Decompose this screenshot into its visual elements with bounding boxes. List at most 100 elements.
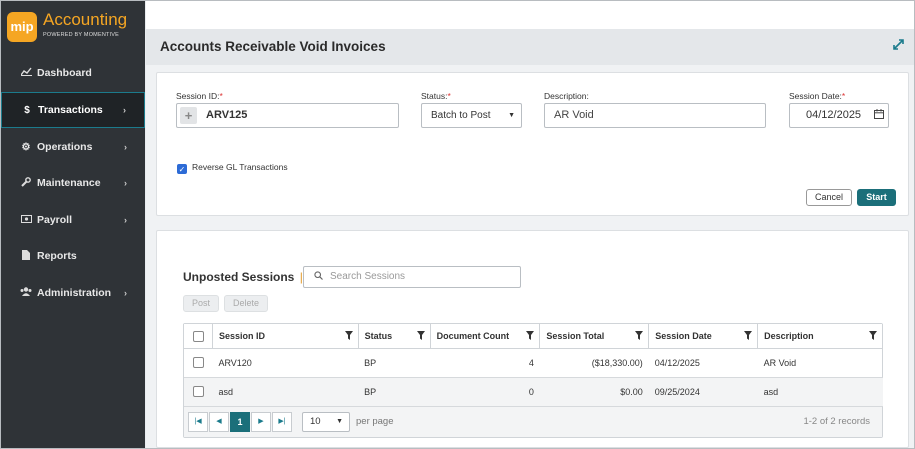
caret-down-icon: ▼: [336, 418, 343, 425]
expand-icon[interactable]: [893, 39, 904, 53]
status-label: Status:*: [421, 91, 451, 101]
sidebar-item-label: Transactions: [38, 104, 103, 116]
filter-icon[interactable]: [635, 331, 644, 342]
sessions-table: Session ID Status Document Count Session…: [183, 324, 883, 407]
cell-description: asd: [757, 377, 883, 407]
dollar-icon: $: [24, 104, 30, 116]
column-header-session-id[interactable]: Session ID: [211, 324, 359, 349]
row-checkbox[interactable]: [192, 385, 204, 397]
filter-icon[interactable]: [869, 331, 877, 342]
prev-page-button[interactable]: ◀: [209, 412, 229, 432]
reverse-gl-checkbox[interactable]: ✓: [177, 164, 187, 174]
cell-status: BP: [358, 348, 431, 378]
cell-session-date: 04/12/2025: [648, 348, 758, 378]
sidebar: mip Accounting POWERED BY MOMENTIVE Dash…: [1, 1, 145, 448]
sidebar-item-dashboard[interactable]: Dashboard: [1, 55, 145, 91]
delete-button[interactable]: Delete: [224, 295, 268, 312]
current-page-button[interactable]: 1: [230, 412, 250, 432]
cell-session-id: asd: [212, 377, 359, 407]
description-label: Description:: [544, 91, 589, 101]
app-logo[interactable]: mip Accounting POWERED BY MOMENTIVE: [7, 10, 141, 46]
table-row[interactable]: ARV120 BP 4 ($18,330.00) 04/12/2025 AR V…: [183, 348, 883, 378]
sidebar-item-label: Administration: [37, 287, 112, 299]
column-header-description[interactable]: Description: [757, 324, 883, 349]
sidebar-item-label: Reports: [37, 250, 77, 262]
page-title: Accounts Receivable Void Invoices: [160, 39, 386, 54]
cell-session-id: ARV120: [212, 348, 359, 378]
cell-document-count: 4: [430, 348, 540, 378]
first-page-button[interactable]: |◀: [188, 412, 208, 432]
filter-icon[interactable]: [344, 331, 353, 342]
sidebar-item-label: Maintenance: [37, 177, 101, 189]
main-content: Accounts Receivable Void Invoices Sessio…: [146, 1, 914, 448]
session-form-card: Session ID:* + ARV125 Status:* Batch to …: [156, 72, 909, 216]
next-page-button[interactable]: ▶: [251, 412, 271, 432]
cancel-button[interactable]: Cancel: [806, 189, 852, 206]
pager-bar: |◀ ◀ 1 ▶ ▶| 10 ▼ per page 1-2 of 2 recor…: [184, 406, 882, 437]
sidebar-item-transactions[interactable]: $ Transactions ›: [1, 92, 145, 128]
session-date-label: Session Date:*: [789, 91, 846, 101]
column-header-session-date[interactable]: Session Date: [648, 324, 759, 349]
description-field[interactable]: AR Void: [544, 103, 766, 128]
sessions-grid: Session ID Status Document Count Session…: [183, 323, 883, 438]
filter-icon[interactable]: [416, 331, 425, 342]
chart-line-icon: [19, 67, 33, 79]
reverse-gl-label: Reverse GL Transactions: [192, 162, 288, 172]
chevron-right-icon: ›: [124, 288, 127, 298]
table-header-row: Session ID Status Document Count Session…: [183, 324, 883, 349]
title-bar: Accounts Receivable Void Invoices: [146, 29, 914, 65]
column-header-document-count[interactable]: Document Count: [429, 324, 541, 349]
tagline: POWERED BY MOMENTIVE: [43, 32, 120, 38]
sessions-title: Unposted Sessions |: [183, 270, 303, 284]
gears-icon: ⚙: [21, 141, 31, 153]
per-page-label: per page: [356, 416, 394, 427]
status-select[interactable]: Batch to Post ▼: [421, 103, 522, 128]
start-button[interactable]: Start: [857, 189, 896, 206]
row-checkbox[interactable]: [192, 356, 204, 368]
select-all-checkbox[interactable]: [193, 331, 204, 342]
cell-document-count: 0: [430, 377, 540, 407]
session-date-field[interactable]: 04/12/2025: [789, 103, 889, 128]
select-all-header: [183, 324, 213, 349]
unposted-sessions-card: Unposted Sessions | Search Sessions Post…: [156, 230, 909, 448]
money-icon: [19, 214, 33, 226]
records-count: 1-2 of 2 records: [803, 416, 870, 427]
row-select-cell: [183, 348, 213, 378]
cell-description: AR Void: [757, 348, 883, 378]
top-bar: [146, 1, 914, 29]
cell-session-total: $0.00: [539, 377, 649, 407]
search-icon: [314, 267, 323, 287]
session-id-label: Session ID:*: [176, 91, 223, 101]
session-id-field[interactable]: + ARV125: [176, 103, 399, 128]
last-page-button[interactable]: ▶|: [272, 412, 292, 432]
sidebar-item-reports[interactable]: Reports: [1, 238, 145, 274]
sidebar-item-label: Operations: [37, 141, 93, 153]
cell-session-date: 09/25/2024: [648, 377, 758, 407]
logo-badge: mip: [7, 12, 37, 42]
chevron-right-icon: ›: [124, 215, 127, 225]
plus-icon[interactable]: +: [180, 107, 197, 124]
calendar-icon[interactable]: [874, 104, 884, 127]
filter-icon[interactable]: [744, 331, 753, 342]
post-button[interactable]: Post: [183, 295, 219, 312]
pager-controls: |◀ ◀ 1 ▶ ▶|: [188, 412, 308, 432]
sidebar-item-payroll[interactable]: Payroll ›: [1, 202, 145, 238]
row-select-cell: [183, 377, 213, 407]
product-name: Accounting: [43, 10, 128, 29]
file-icon: [19, 249, 33, 263]
page-size-select[interactable]: 10 ▼: [302, 412, 350, 432]
column-header-status[interactable]: Status: [357, 324, 431, 349]
cell-status: BP: [358, 377, 431, 407]
sidebar-item-administration[interactable]: Administration ›: [1, 275, 145, 311]
sidebar-item-label: Dashboard: [37, 67, 92, 79]
filter-icon[interactable]: [526, 331, 535, 342]
chevron-right-icon: ›: [123, 105, 126, 115]
chevron-right-icon: ›: [124, 178, 127, 188]
column-header-session-total[interactable]: Session Total: [539, 324, 650, 349]
search-sessions-input[interactable]: Search Sessions: [303, 266, 521, 288]
cell-session-total: ($18,330.00): [539, 348, 649, 378]
sidebar-item-operations[interactable]: ⚙ Operations ›: [1, 129, 145, 165]
wrench-icon: [19, 176, 33, 190]
sidebar-item-maintenance[interactable]: Maintenance ›: [1, 165, 145, 201]
table-row[interactable]: asd BP 0 $0.00 09/25/2024 asd: [183, 377, 883, 407]
